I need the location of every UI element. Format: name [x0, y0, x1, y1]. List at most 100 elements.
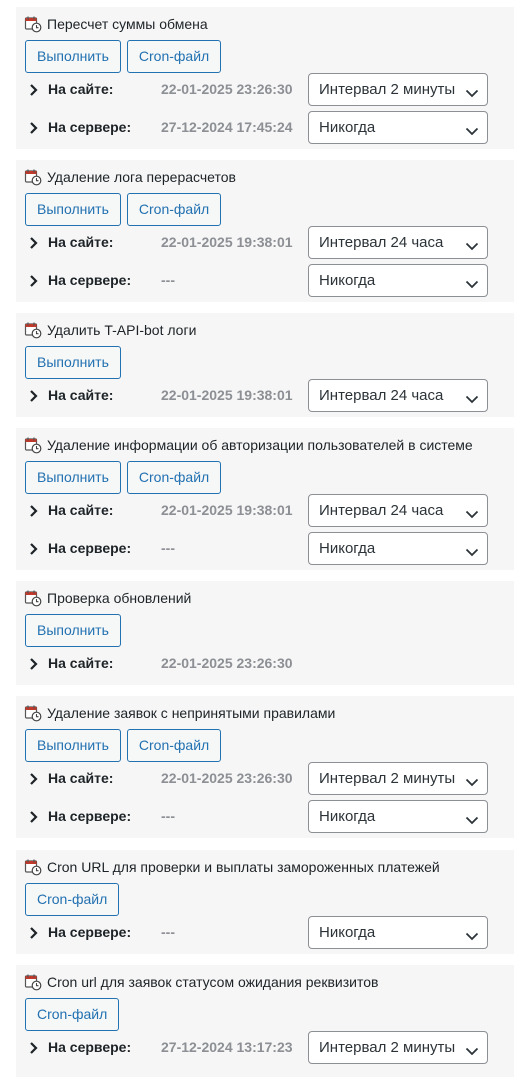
task-title-text: Удалить T-API-bot логи: [47, 322, 197, 338]
schedule-row: На сайте: 22-01-2025 23:26:30 Интервал 2…: [16, 762, 514, 795]
last-run-time: 22-01-2025 19:38:01: [161, 502, 293, 518]
schedule-row: На сервере: 27-12-2024 13:17:23 Интервал…: [16, 1031, 514, 1064]
last-run-time: ---: [161, 808, 175, 824]
schedule-row: На сервере: 27-12-2024 17:45:24 Никогда: [16, 111, 514, 144]
schedule-row: На сервере: --- Никогда: [16, 532, 514, 565]
last-run-time: 22-01-2025 19:38:01: [161, 234, 293, 250]
cron-task-list: Пересчет суммы обмена Выполнить Cron-файл…: [0, 0, 514, 1084]
chevron-down-icon: [465, 928, 479, 941]
task-title: Cron URL для проверки и выплаты замороже…: [24, 858, 440, 876]
run-button[interactable]: Выполнить: [25, 193, 121, 226]
interval-select-value: Интервал 24 часа: [319, 387, 444, 404]
cron-file-button[interactable]: Cron-файл: [126, 729, 222, 762]
schedule-row: На сервере: --- Никогда: [16, 800, 514, 833]
schedule-label: На сервере:: [48, 540, 132, 556]
chevron-right-icon[interactable]: [29, 121, 39, 135]
interval-select[interactable]: Никогда: [308, 800, 488, 833]
calendar-clock-icon: [24, 436, 42, 454]
run-button[interactable]: Выполнить: [25, 614, 121, 647]
cron-file-button[interactable]: Cron-файл: [25, 883, 120, 916]
cron-file-button[interactable]: Cron-файл: [126, 193, 222, 226]
schedule-label: На сервере:: [48, 808, 132, 824]
task-title: Удаление лога перерасчетов: [24, 168, 236, 186]
task-actions: Выполнить Cron-файл: [25, 461, 222, 494]
chevron-right-icon[interactable]: [29, 504, 39, 518]
interval-select[interactable]: Интервал 24 часа: [308, 494, 488, 527]
calendar-clock-icon: [24, 704, 42, 722]
cron-file-button[interactable]: Cron-файл: [126, 40, 222, 73]
run-button[interactable]: Выполнить: [25, 40, 121, 73]
task-title: Пересчет суммы обмена: [24, 15, 208, 33]
calendar-clock-icon: [24, 15, 42, 33]
last-run-time: ---: [161, 540, 175, 556]
schedule-label: На сайте:: [48, 655, 114, 671]
cron-task: Cron URL для проверки и выплаты замороже…: [16, 850, 514, 958]
schedule-label: На сайте:: [48, 387, 114, 403]
schedule-row: На сайте: 22-01-2025 23:26:30 Интервал 2…: [16, 73, 514, 106]
chevron-right-icon[interactable]: [29, 926, 39, 940]
task-title: Удаление заявок с непринятыми правилами: [24, 704, 335, 722]
task-title: Удалить T-API-bot логи: [24, 321, 196, 339]
calendar-clock-icon: [24, 168, 42, 186]
cron-file-button[interactable]: Cron-файл: [126, 461, 222, 494]
run-button[interactable]: Выполнить: [25, 729, 121, 762]
schedule-label: На сайте:: [48, 81, 114, 97]
task-title-text: Cron url для заявок статусом ожидания ре…: [47, 974, 379, 990]
task-actions: Выполнить: [25, 346, 121, 379]
chevron-down-icon: [465, 812, 479, 825]
chevron-right-icon[interactable]: [29, 389, 39, 403]
cron-task: Удалить T-API-bot логи Выполнить На сайт…: [16, 313, 514, 421]
interval-select[interactable]: Интервал 24 часа: [308, 226, 488, 259]
task-actions: Выполнить Cron-файл: [25, 729, 222, 762]
cron-task: Пересчет суммы обмена Выполнить Cron-файл…: [16, 7, 514, 153]
task-title-text: Пересчет суммы обмена: [47, 16, 208, 32]
chevron-right-icon[interactable]: [29, 810, 39, 824]
schedule-row: На сайте: 22-01-2025 19:38:01 Интервал 2…: [16, 379, 514, 412]
chevron-down-icon: [465, 238, 479, 251]
interval-select-value: Никогда: [319, 119, 376, 136]
task-actions: Выполнить Cron-файл: [25, 40, 222, 73]
task-title-text: Удаление информации об авторизации польз…: [47, 437, 473, 453]
chevron-right-icon[interactable]: [29, 274, 39, 288]
interval-select[interactable]: Никогда: [308, 264, 488, 297]
last-run-time: ---: [161, 924, 175, 940]
chevron-down-icon: [465, 1043, 479, 1056]
run-button[interactable]: Выполнить: [25, 346, 121, 379]
chevron-down-icon: [465, 391, 479, 404]
cron-task: Cron url для заявок статусом ожидания ре…: [16, 965, 514, 1081]
chevron-right-icon[interactable]: [29, 1041, 39, 1055]
interval-select[interactable]: Интервал 24 часа: [308, 379, 488, 412]
task-actions: Выполнить Cron-файл: [25, 193, 222, 226]
chevron-right-icon[interactable]: [29, 542, 39, 556]
task-title: Удаление информации об авторизации польз…: [24, 436, 473, 454]
interval-select[interactable]: Интервал 2 минуты: [308, 762, 488, 795]
chevron-right-icon[interactable]: [29, 236, 39, 250]
chevron-down-icon: [465, 544, 479, 557]
cron-file-button[interactable]: Cron-файл: [25, 998, 120, 1031]
interval-select[interactable]: Никогда: [308, 916, 488, 949]
chevron-right-icon[interactable]: [29, 772, 39, 786]
last-run-time: 22-01-2025 23:26:30: [161, 655, 293, 671]
schedule-label: На сайте:: [48, 502, 114, 518]
chevron-down-icon: [465, 276, 479, 289]
cron-task: Проверка обновлений Выполнить На сайте: …: [16, 581, 514, 689]
last-run-time: 27-12-2024 13:17:23: [161, 1039, 293, 1055]
task-actions: Выполнить: [25, 614, 121, 647]
schedule-label: На сайте:: [48, 770, 114, 786]
task-title-text: Удаление лога перерасчетов: [47, 169, 236, 185]
schedule-row: На сайте: 22-01-2025 19:38:01 Интервал 2…: [16, 226, 514, 259]
chevron-down-icon: [465, 123, 479, 136]
chevron-down-icon: [465, 774, 479, 787]
last-run-time: 22-01-2025 19:38:01: [161, 387, 293, 403]
interval-select-value: Интервал 2 минуты: [319, 81, 456, 98]
interval-select[interactable]: Никогда: [308, 111, 488, 144]
interval-select[interactable]: Никогда: [308, 532, 488, 565]
interval-select-value: Никогда: [319, 540, 376, 557]
chevron-right-icon[interactable]: [29, 657, 39, 671]
chevron-right-icon[interactable]: [29, 83, 39, 97]
run-button[interactable]: Выполнить: [25, 461, 121, 494]
task-title-text: Удаление заявок с непринятыми правилами: [47, 705, 336, 721]
interval-select[interactable]: Интервал 2 минуты: [308, 1031, 488, 1064]
interval-select[interactable]: Интервал 2 минуты: [308, 73, 488, 106]
schedule-label: На сайте:: [48, 234, 114, 250]
